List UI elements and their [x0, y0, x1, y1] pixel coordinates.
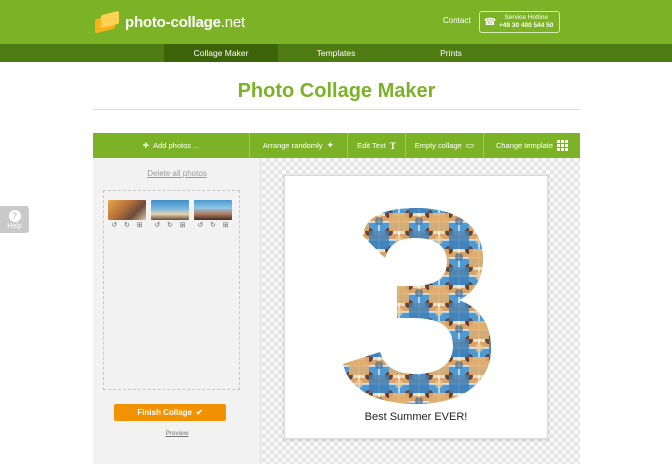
- site-logo[interactable]: photo-collage.net: [93, 9, 245, 35]
- thumbnail-item[interactable]: ↺ ↻ ⊞: [108, 200, 146, 229]
- rotate-left-icon[interactable]: ↺: [197, 221, 203, 229]
- edit-text-label: Edit Text: [357, 141, 386, 150]
- logo-photos-icon: [93, 10, 121, 34]
- question-icon: ?: [8, 209, 21, 222]
- hotline-number: +49 30 400 544 50: [499, 22, 554, 29]
- checkmark-icon: ✔: [195, 408, 203, 417]
- empty-collage-button[interactable]: Empty collage ▭: [406, 133, 484, 158]
- phone-icon: ☎: [483, 16, 497, 28]
- collage-canvas[interactable]: Best Summer EVER!: [284, 175, 548, 439]
- thumbnail-item[interactable]: ↺ ↻ ⊞: [151, 200, 189, 229]
- collage-toolbar: + Add photos ... Arrange randomly ✦ Edit…: [93, 133, 580, 158]
- contact-link[interactable]: Contact: [443, 16, 471, 25]
- help-tab[interactable]: ? Help: [0, 206, 29, 233]
- crop-icon[interactable]: ⊞: [223, 221, 229, 229]
- photo-thumbnails: ↺ ↻ ⊞ ↺ ↻ ⊞ ↺ ↻ ⊞: [108, 200, 232, 229]
- rotate-left-icon[interactable]: ↺: [154, 221, 160, 229]
- arrange-randomly-button[interactable]: Arrange randomly ✦: [250, 133, 348, 158]
- plus-icon: +: [142, 139, 150, 152]
- change-template-button[interactable]: Change template: [484, 133, 580, 158]
- finish-collage-label: Finish Collage: [137, 408, 192, 417]
- nav-templates[interactable]: Templates: [278, 44, 394, 62]
- logo-tld: .net: [220, 13, 245, 31]
- crop-icon[interactable]: ⊞: [137, 221, 143, 229]
- logo-name: photo-collage: [125, 13, 221, 31]
- rotate-right-icon[interactable]: ↻: [210, 221, 216, 229]
- add-photos-button[interactable]: + Add photos ...: [93, 133, 250, 158]
- title-divider: [93, 109, 580, 110]
- main-nav: Collage Maker Templates Prints: [0, 44, 672, 62]
- change-template-label: Change template: [495, 141, 554, 150]
- photo-thumbnail[interactable]: [194, 200, 232, 220]
- arrange-randomly-label: Arrange randomly: [262, 141, 323, 150]
- photo-thumbnail[interactable]: [108, 200, 146, 220]
- service-hotline-box[interactable]: ☎ Service Hotline +49 30 400 544 50: [479, 11, 560, 33]
- grid-icon: [557, 140, 569, 151]
- delete-all-photos-link[interactable]: Delete all photos: [93, 169, 261, 178]
- site-header: photo-collage.net Contact ☎ Service Hotl…: [0, 0, 672, 44]
- finish-collage-button[interactable]: Finish Collage ✔: [114, 404, 226, 421]
- add-photos-label: Add photos ...: [153, 141, 200, 150]
- magic-wand-icon: ✦: [326, 140, 335, 150]
- photo-thumbnail[interactable]: [151, 200, 189, 220]
- eraser-icon: ▭: [465, 140, 475, 150]
- help-label: Help: [7, 222, 22, 230]
- collage-caption[interactable]: Best Summer EVER!: [285, 411, 547, 423]
- rotate-right-icon[interactable]: ↻: [124, 221, 130, 229]
- page-title: Photo Collage Maker: [237, 80, 436, 102]
- nav-prints[interactable]: Prints: [394, 44, 508, 62]
- text-icon: T: [389, 140, 396, 151]
- empty-collage-label: Empty collage: [414, 141, 462, 150]
- nav-collage-maker[interactable]: Collage Maker: [164, 44, 278, 62]
- number-three-collage: [343, 208, 491, 404]
- preview-link[interactable]: Preview: [93, 430, 261, 437]
- crop-icon[interactable]: ⊞: [180, 221, 186, 229]
- hotline-label: Service Hotline: [504, 14, 549, 21]
- edit-text-button[interactable]: Edit Text T: [348, 133, 406, 158]
- rotate-left-icon[interactable]: ↺: [111, 221, 117, 229]
- thumbnail-item[interactable]: ↺ ↻ ⊞: [194, 200, 232, 229]
- rotate-right-icon[interactable]: ↻: [167, 221, 173, 229]
